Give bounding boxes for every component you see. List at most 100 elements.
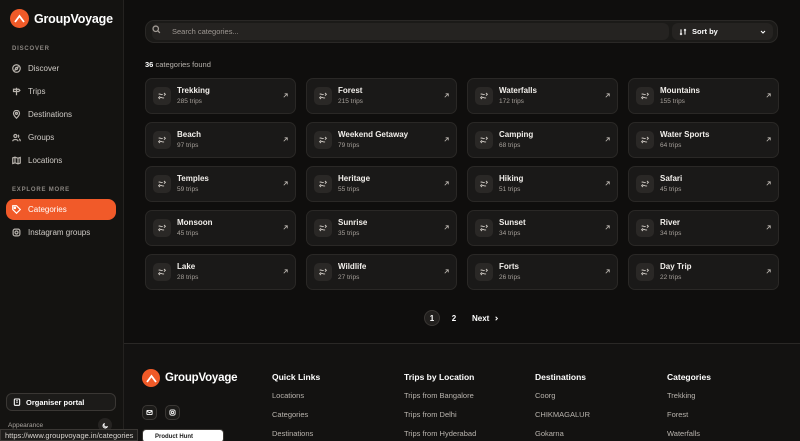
category-name: Forest bbox=[338, 86, 363, 95]
category-trip-count: 172 trips bbox=[499, 98, 524, 105]
footer-brand[interactable]: GroupVoyage bbox=[142, 369, 238, 387]
sidebar-item-label: Instagram groups bbox=[28, 228, 91, 237]
arrow-up-right-icon bbox=[283, 181, 288, 186]
arrow-up-right-icon bbox=[605, 225, 610, 230]
sidebar-item-label: Discover bbox=[28, 64, 60, 73]
status-bar-url: https://www.groupvoyage.in/categories bbox=[0, 429, 139, 441]
category-card[interactable]: Safari 45 trips bbox=[628, 166, 779, 202]
category-card[interactable]: Waterfalls 172 trips bbox=[467, 78, 618, 114]
page-2-button[interactable]: 2 bbox=[446, 310, 462, 326]
category-trip-count: 68 trips bbox=[499, 142, 521, 149]
category-trip-count: 285 trips bbox=[177, 98, 202, 105]
brand-logo-link[interactable]: GroupVoyage bbox=[10, 9, 113, 28]
footer-link[interactable]: Trips from Bangalore bbox=[404, 391, 476, 410]
arrow-up-right-icon bbox=[766, 93, 771, 98]
discover-section-label: DISCOVER bbox=[12, 46, 50, 52]
category-name: River bbox=[660, 218, 681, 227]
arrow-up-right-icon bbox=[283, 225, 288, 230]
tag-icon bbox=[153, 263, 171, 281]
footer-link[interactable]: Destinations bbox=[272, 429, 320, 441]
footer-link[interactable]: Coorg bbox=[535, 391, 590, 410]
page-1-button[interactable]: 1 bbox=[424, 310, 440, 326]
arrow-up-right-icon bbox=[605, 137, 610, 142]
footer-link[interactable]: Gokarna bbox=[535, 429, 590, 441]
category-card[interactable]: Beach 97 trips bbox=[145, 122, 296, 158]
building-icon bbox=[13, 398, 21, 406]
category-trip-count: 35 trips bbox=[338, 230, 360, 237]
category-card[interactable]: Lake 28 trips bbox=[145, 254, 296, 290]
compass-icon bbox=[12, 64, 21, 73]
sidebar-item-categories[interactable]: Categories bbox=[6, 199, 116, 220]
footer-link[interactable]: Locations bbox=[272, 391, 320, 410]
sidebar-item-label: Destinations bbox=[28, 110, 73, 119]
tag-icon bbox=[636, 263, 654, 281]
category-card[interactable]: Water Sports 64 trips bbox=[628, 122, 779, 158]
tag-icon bbox=[636, 219, 654, 237]
footer-link[interactable]: Trips from Hyderabad bbox=[404, 429, 476, 441]
footer-link[interactable]: Waterfalls bbox=[667, 429, 711, 441]
email-button[interactable] bbox=[142, 405, 157, 420]
sort-dropdown[interactable]: Sort by bbox=[672, 23, 773, 40]
chevron-down-icon bbox=[760, 30, 766, 34]
sidebar-item-label: Locations bbox=[28, 156, 63, 165]
mountain-logo-icon bbox=[10, 9, 29, 28]
sidebar-item-instagram-groups[interactable]: Instagram groups bbox=[6, 222, 116, 243]
organiser-portal-button[interactable]: Organiser portal bbox=[6, 393, 116, 411]
category-card[interactable]: Day Trip 22 trips bbox=[628, 254, 779, 290]
category-trip-count: 22 trips bbox=[660, 274, 682, 281]
mail-icon bbox=[146, 410, 153, 415]
category-card[interactable]: River 34 trips bbox=[628, 210, 779, 246]
sidebar-item-groups[interactable]: Groups bbox=[6, 127, 116, 148]
footer-link[interactable]: Trekking bbox=[667, 391, 711, 410]
category-trip-count: 34 trips bbox=[660, 230, 682, 237]
category-card[interactable]: Wildlife 27 trips bbox=[306, 254, 457, 290]
tag-icon bbox=[636, 175, 654, 193]
sidebar-item-trips[interactable]: Trips bbox=[6, 81, 116, 102]
users-icon bbox=[12, 133, 21, 142]
instagram-button[interactable] bbox=[165, 405, 180, 420]
category-name: Forts bbox=[499, 262, 519, 271]
footer-link[interactable]: CHIKMAGALUR bbox=[535, 410, 590, 429]
tag-icon bbox=[153, 175, 171, 193]
sidebar-item-discover[interactable]: Discover bbox=[6, 58, 116, 79]
category-card[interactable]: Weekend Getaway 79 trips bbox=[306, 122, 457, 158]
sidebar-item-label: Trips bbox=[28, 87, 46, 96]
category-card[interactable]: Trekking 285 trips bbox=[145, 78, 296, 114]
category-trip-count: 55 trips bbox=[338, 186, 360, 193]
category-card[interactable]: Sunrise 35 trips bbox=[306, 210, 457, 246]
arrow-up-right-icon bbox=[605, 181, 610, 186]
category-name: Safari bbox=[660, 174, 683, 183]
category-card[interactable]: Heritage 55 trips bbox=[306, 166, 457, 202]
category-name: Lake bbox=[177, 262, 196, 271]
arrow-up-right-icon bbox=[444, 137, 449, 142]
category-card[interactable]: Hiking 51 trips bbox=[467, 166, 618, 202]
mountain-logo-icon bbox=[142, 369, 160, 387]
tag-icon bbox=[314, 219, 332, 237]
tag-icon bbox=[475, 87, 493, 105]
category-card[interactable]: Temples 59 trips bbox=[145, 166, 296, 202]
footer-link[interactable]: Trips from Delhi bbox=[404, 410, 476, 429]
footer-link[interactable]: Categories bbox=[272, 410, 320, 429]
footer-link[interactable]: Forest bbox=[667, 410, 711, 429]
category-grid: Trekking 285 trips Forest 215 trips Waterfal… bbox=[145, 78, 779, 290]
category-card[interactable]: Sunset 34 trips bbox=[467, 210, 618, 246]
category-name: Heritage bbox=[338, 174, 371, 183]
sidebar-item-destinations[interactable]: Destinations bbox=[6, 104, 116, 125]
footer-column-categories: Categories Trekking Forest Waterfalls bbox=[667, 372, 711, 441]
search-input[interactable]: Search categories... bbox=[152, 23, 669, 40]
brand-name: GroupVoyage bbox=[34, 11, 113, 26]
category-trip-count: 28 trips bbox=[177, 274, 199, 281]
tag-icon bbox=[314, 175, 332, 193]
category-name: Wildlife bbox=[338, 262, 367, 271]
arrow-up-right-icon bbox=[283, 269, 288, 274]
category-card[interactable]: Mountains 155 trips bbox=[628, 78, 779, 114]
category-trip-count: 51 trips bbox=[499, 186, 521, 193]
category-card[interactable]: Monsoon 45 trips bbox=[145, 210, 296, 246]
category-card[interactable]: Forts 26 trips bbox=[467, 254, 618, 290]
product-hunt-badge[interactable]: Product Hunt bbox=[142, 429, 224, 441]
next-page-button[interactable]: Next bbox=[472, 314, 500, 323]
category-card[interactable]: Camping 68 trips bbox=[467, 122, 618, 158]
category-card[interactable]: Forest 215 trips bbox=[306, 78, 457, 114]
appearance-label: Appearance bbox=[8, 422, 44, 429]
sidebar-item-locations[interactable]: Locations bbox=[6, 150, 116, 171]
